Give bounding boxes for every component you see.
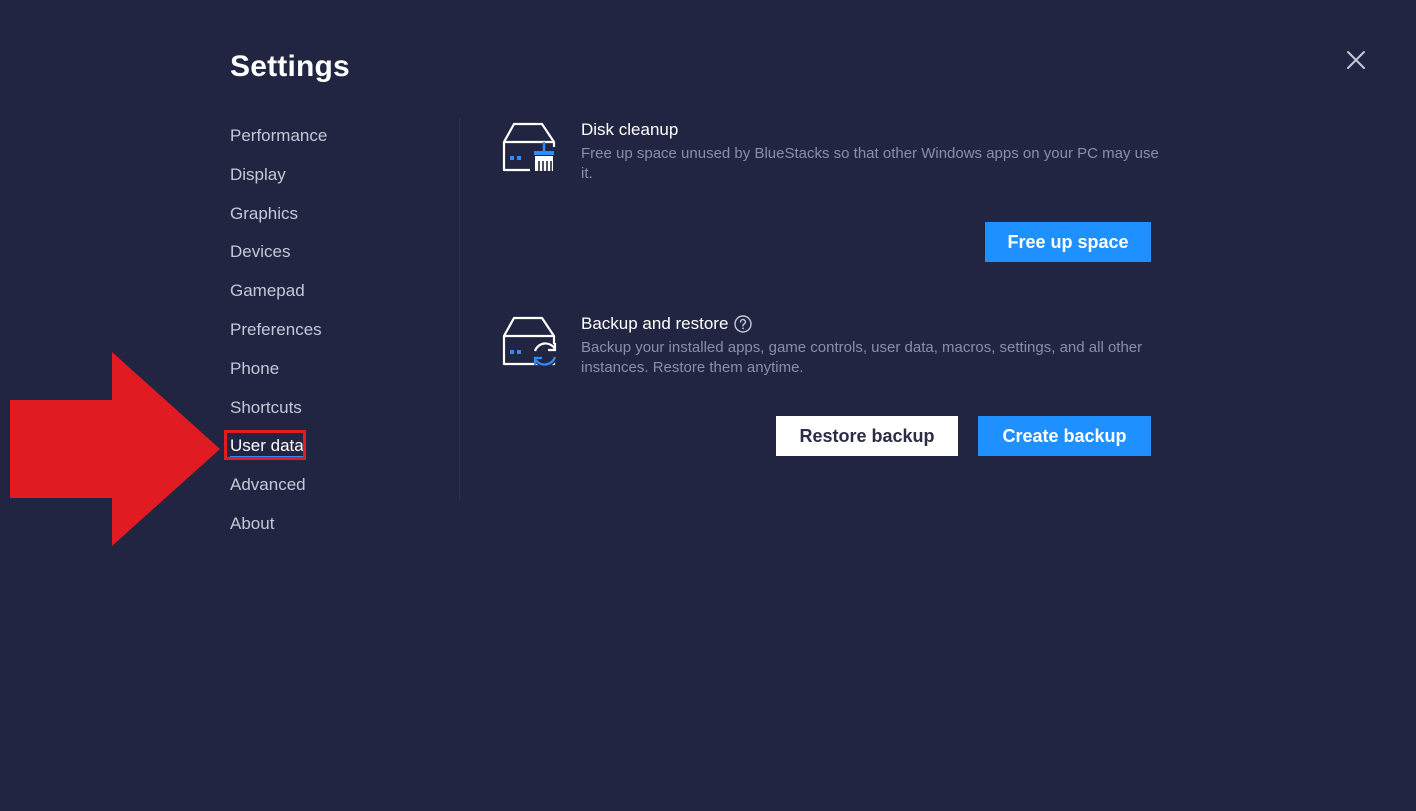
backup-restore-heading: Backup and restore <box>581 314 753 334</box>
help-icon[interactable] <box>734 315 753 333</box>
disk-cleanup-icon <box>502 122 558 173</box>
sidebar-item-user-data[interactable]: User data <box>223 427 327 466</box>
sidebar-item-display[interactable]: Display <box>230 156 327 195</box>
create-backup-button[interactable]: Create backup <box>978 416 1151 456</box>
page-title: Settings <box>230 50 350 83</box>
sidebar-item-devices[interactable]: Devices <box>230 233 327 272</box>
backup-restore-description: Backup your installed apps, game control… <box>581 339 1143 376</box>
disk-cleanup-section: Disk cleanup Free up space unused by Blu… <box>500 120 1160 270</box>
sidebar-item-shortcuts[interactable]: Shortcuts <box>230 389 327 428</box>
settings-sidebar: Performance Display Graphics Devices Gam… <box>223 117 327 544</box>
backup-restore-icon <box>502 316 558 367</box>
sidebar-item-advanced[interactable]: Advanced <box>230 466 327 505</box>
free-up-space-button[interactable]: Free up space <box>985 222 1151 262</box>
annotation-arrow <box>10 352 220 546</box>
sidebar-item-phone[interactable]: Phone <box>230 350 327 389</box>
restore-backup-button[interactable]: Restore backup <box>776 416 958 456</box>
close-icon[interactable] <box>1343 47 1369 73</box>
sidebar-item-preferences[interactable]: Preferences <box>230 311 327 350</box>
disk-cleanup-description: Free up space unused by BlueStacks so th… <box>581 145 1159 182</box>
sidebar-item-performance[interactable]: Performance <box>230 117 327 156</box>
sidebar-item-about[interactable]: About <box>230 505 327 544</box>
sidebar-item-graphics[interactable]: Graphics <box>230 195 327 234</box>
disk-cleanup-heading: Disk cleanup <box>581 120 679 139</box>
sidebar-item-gamepad[interactable]: Gamepad <box>230 272 327 311</box>
backup-restore-section: Backup and restore Backup your installed… <box>500 314 1160 464</box>
sidebar-divider <box>459 118 460 500</box>
